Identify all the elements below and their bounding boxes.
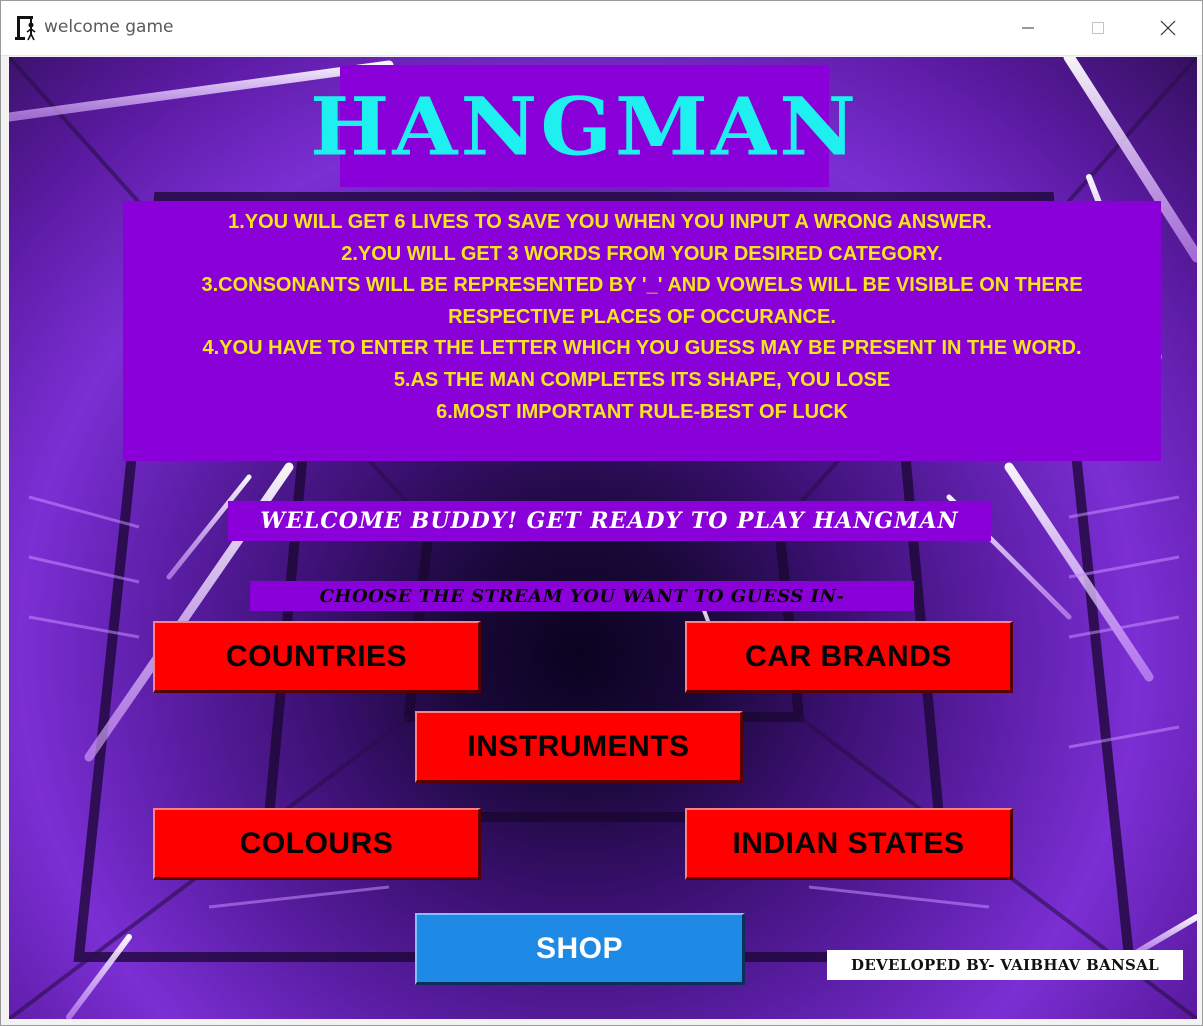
colours-button[interactable]: COLOURS [153, 808, 481, 880]
rule-line: 6.MOST IMPORTANT RULE-BEST OF LUCK [436, 400, 848, 423]
title-bar[interactable]: welcome game [1, 1, 1202, 56]
rules-panel: 1.YOU WILL GET 6 LIVES TO SAVE YOU WHEN … [123, 201, 1161, 461]
close-icon [1160, 20, 1176, 36]
car-brands-button[interactable]: CAR BRANDS [685, 621, 1013, 693]
countries-button-label: COUNTRIES [225, 639, 408, 673]
developer-credit-text: DEVELOPED BY- VAIBHAV BANSAL [851, 956, 1159, 974]
game-title-banner: HANGMAN [310, 65, 856, 187]
minimize-button[interactable] [1005, 11, 1051, 45]
maximize-icon [1092, 22, 1104, 34]
instruments-button[interactable]: INSTRUMENTS [415, 711, 743, 783]
colours-button-label: COLOURS [239, 826, 394, 860]
shop-button-label: SHOP [535, 931, 624, 965]
rule-line: 5.AS THE MAN COMPLETES ITS SHAPE, YOU LO… [393, 368, 891, 391]
app-window: welcome game HANGMAN 1.YOU WILL GET 6 LI… [0, 0, 1203, 1026]
choose-stream-banner: CHOOSE THE STREAM YOU WANT TO GUESS IN- [250, 581, 914, 611]
instruments-button-label: INSTRUMENTS [467, 729, 690, 763]
minimize-icon [1022, 27, 1034, 29]
countries-button[interactable]: COUNTRIES [153, 621, 481, 693]
developer-credit: DEVELOPED BY- VAIBHAV BANSAL [827, 950, 1183, 980]
indian-states-button-label: INDIAN STATES [732, 826, 965, 860]
rule-line: 3.CONSONANTS WILL BE REPRESENTED BY '_' … [201, 274, 1083, 297]
rule-line: 1.YOU WILL GET 6 LIVES TO SAVE YOU WHEN … [228, 211, 992, 233]
rule-line: RESPECTIVE PLACES OF OCCURANCE. [448, 305, 836, 328]
hangman-gallows-icon [15, 16, 36, 41]
welcome-text: WELCOME BUDDY! GET READY TO PLAY HANGMAN [260, 508, 959, 534]
indian-states-button[interactable]: INDIAN STATES [685, 808, 1013, 880]
rule-line: 2.YOU WILL GET 3 WORDS FROM YOUR DESIRED… [341, 242, 943, 265]
close-button[interactable] [1145, 11, 1191, 45]
rule-line: 4.YOU HAVE TO ENTER THE LETTER WHICH YOU… [202, 337, 1082, 360]
choose-stream-text: CHOOSE THE STREAM YOU WANT TO GUESS IN- [319, 585, 845, 607]
car-brands-button-label: CAR BRANDS [745, 639, 952, 673]
maximize-button[interactable] [1075, 11, 1121, 45]
window-title: welcome game [44, 17, 174, 37]
game-title: HANGMAN [310, 78, 859, 174]
game-canvas: HANGMAN 1.YOU WILL GET 6 LIVES TO SAVE Y… [9, 57, 1197, 1019]
shop-button[interactable]: SHOP [415, 913, 745, 985]
welcome-banner: WELCOME BUDDY! GET READY TO PLAY HANGMAN [228, 501, 991, 541]
